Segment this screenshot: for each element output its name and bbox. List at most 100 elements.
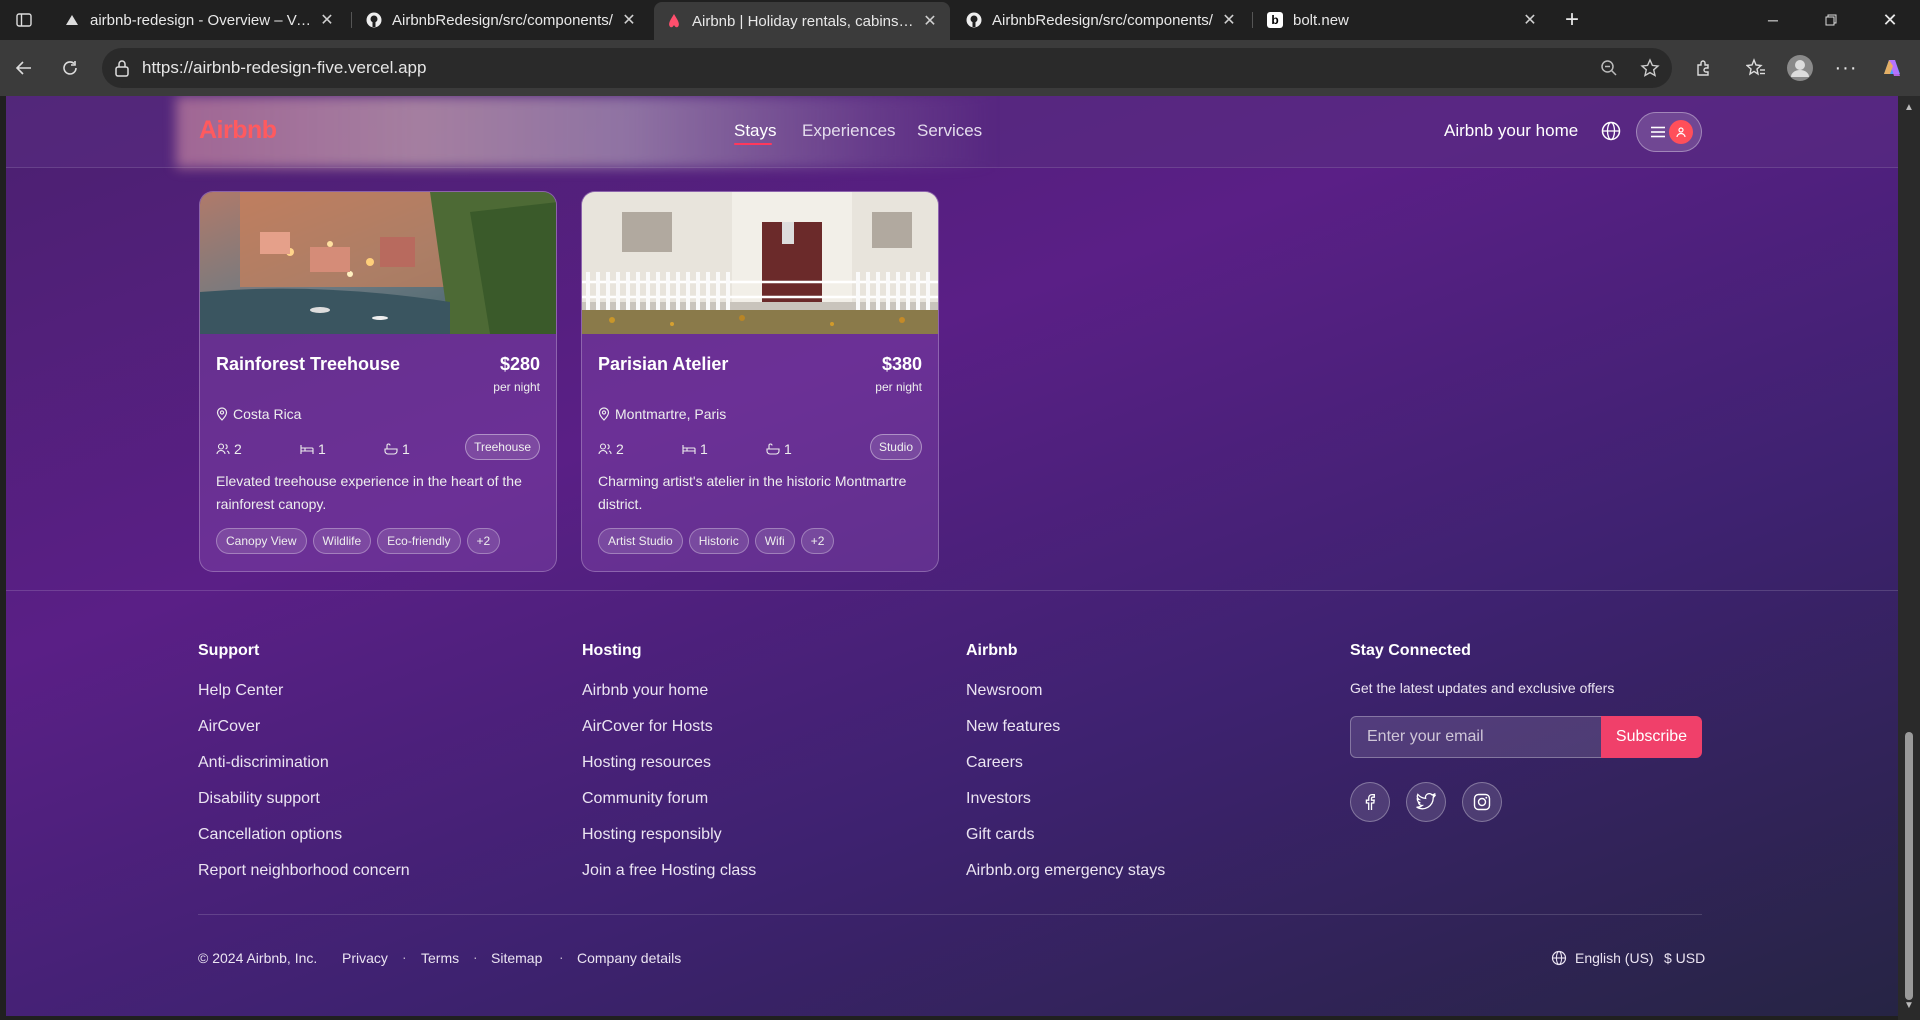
footer-link[interactable]: Newsroom	[966, 682, 1042, 700]
listing-title[interactable]: Rainforest Treehouse	[216, 354, 400, 375]
scrollbar-thumb[interactable]	[1905, 732, 1913, 1000]
footer-link[interactable]: AirCover	[198, 718, 260, 736]
company-details-link[interactable]: Company details	[577, 950, 681, 966]
favorite-star-icon[interactable]	[1640, 58, 1660, 83]
footer-link[interactable]: AirCover for Hosts	[582, 718, 713, 736]
amenity-tag: Historic	[688, 528, 749, 554]
restore-button[interactable]	[1808, 0, 1854, 40]
host-your-home-link[interactable]: Airbnb your home	[1444, 121, 1578, 141]
footer-link[interactable]: Airbnb.org emergency stays	[966, 862, 1165, 880]
tab-github-2[interactable]: AirbnbRedesign/src/components/ ✕	[954, 4, 1249, 36]
tab-airbnb[interactable]: Airbnb | Holiday rentals, cabins, beach …	[654, 2, 950, 40]
close-window-button[interactable]: ✕	[1868, 0, 1912, 40]
nav-services[interactable]: Services	[917, 121, 982, 141]
listing-photo[interactable]	[582, 192, 939, 334]
separator-dot: ·	[402, 949, 407, 965]
footer-link[interactable]: Airbnb your home	[582, 682, 708, 700]
language-selector[interactable]: English (US)	[1575, 950, 1654, 966]
extensions-icon[interactable]	[1688, 52, 1720, 84]
more-options-icon[interactable]: ···	[1830, 52, 1862, 84]
terms-link[interactable]: Terms	[421, 950, 459, 966]
tab-title: AirbnbRedesign/src/components/	[992, 11, 1213, 29]
zoom-out-icon[interactable]	[1600, 59, 1618, 82]
url-bar[interactable]: https://airbnb-redesign-five.vercel.app	[102, 48, 1672, 88]
user-menu-button[interactable]	[1636, 112, 1702, 152]
twitter-icon	[1416, 793, 1436, 810]
footer-link[interactable]: Disability support	[198, 790, 320, 808]
currency-selector[interactable]: $ USD	[1664, 950, 1705, 966]
footer-link[interactable]: Gift cards	[966, 826, 1034, 844]
close-icon[interactable]: ✕	[1221, 10, 1237, 30]
reload-icon[interactable]	[54, 52, 86, 84]
scroll-up-arrow[interactable]: ▲	[1903, 102, 1915, 114]
more-tags-badge[interactable]: +2	[466, 528, 501, 554]
tab-bolt[interactable]: b bolt.new ✕	[1255, 4, 1550, 36]
guests-icon	[216, 443, 230, 455]
baths-count: 1	[402, 441, 410, 457]
footer-link[interactable]: Hosting resources	[582, 754, 711, 772]
new-tab-button[interactable]: +	[1550, 0, 1594, 40]
scroll-down-arrow[interactable]: ▼	[1903, 1000, 1915, 1012]
newsletter-subtitle: Get the latest updates and exclusive off…	[1350, 680, 1615, 696]
active-nav-indicator	[734, 143, 772, 145]
profile-icon[interactable]	[1784, 52, 1816, 84]
back-icon[interactable]	[8, 52, 40, 84]
footer-link[interactable]: Community forum	[582, 790, 708, 808]
footer-link[interactable]: Anti-discrimination	[198, 754, 329, 772]
footer-link[interactable]: Cancellation options	[198, 826, 342, 844]
footer-link[interactable]: Join a free Hosting class	[582, 862, 756, 880]
nav-experiences[interactable]: Experiences	[802, 121, 896, 141]
twitter-button[interactable]	[1406, 782, 1446, 822]
sitemap-link[interactable]: Sitemap	[491, 950, 542, 966]
favorites-icon[interactable]	[1740, 52, 1772, 84]
bed-icon	[300, 445, 314, 454]
browser-address-bar: https://airbnb-redesign-five.vercel.app …	[0, 40, 1920, 96]
url-text[interactable]: https://airbnb-redesign-five.vercel.app	[142, 58, 426, 78]
listing-card[interactable]: Parisian Atelier $380 per night Montmart…	[581, 191, 939, 572]
footer-heading-airbnb: Airbnb	[966, 642, 1018, 659]
browser-tab-bar: airbnb-redesign - Overview – Vercel ✕ Ai…	[0, 0, 1920, 40]
footer-link[interactable]: Investors	[966, 790, 1031, 808]
listing-title[interactable]: Parisian Atelier	[598, 354, 728, 375]
facebook-icon	[1365, 793, 1375, 810]
airbnb-logo[interactable]: Airbnb	[199, 116, 277, 145]
facebook-button[interactable]	[1350, 782, 1390, 822]
site-info-icon[interactable]	[114, 59, 130, 82]
close-icon[interactable]: ✕	[922, 11, 938, 31]
tab-vercel[interactable]: airbnb-redesign - Overview – Vercel ✕	[52, 4, 347, 36]
sidebar-toggle-icon[interactable]	[16, 12, 32, 28]
subscribe-button[interactable]: Subscribe	[1601, 716, 1702, 758]
minimize-button[interactable]: ─	[1750, 0, 1796, 40]
close-icon[interactable]: ✕	[319, 10, 335, 30]
tab-title: Airbnb | Holiday rentals, cabins, beach …	[692, 12, 914, 30]
bed-icon	[682, 445, 696, 454]
instagram-icon	[1473, 793, 1491, 811]
beds-stat: 1	[300, 441, 326, 457]
globe-icon[interactable]	[1551, 950, 1567, 966]
footer-divider	[6, 590, 1898, 591]
footer-link[interactable]: New features	[966, 718, 1060, 736]
nav-stays[interactable]: Stays	[734, 121, 777, 141]
email-field[interactable]: Enter your email	[1350, 716, 1601, 758]
github-icon	[366, 12, 382, 28]
globe-icon[interactable]	[1600, 120, 1622, 142]
instagram-button[interactable]	[1462, 782, 1502, 822]
footer-link[interactable]: Careers	[966, 754, 1023, 772]
listing-card[interactable]: Rainforest Treehouse $280 per night Cost…	[199, 191, 557, 572]
close-icon[interactable]: ✕	[621, 10, 637, 30]
location-text: Costa Rica	[233, 406, 302, 422]
footer-link[interactable]: Hosting responsibly	[582, 826, 722, 844]
page-viewport: Rainforest Treehouse $280 per night Cost…	[6, 96, 1898, 1016]
baths-stat: 1	[384, 441, 410, 457]
price-unit: per night	[493, 380, 540, 394]
privacy-link[interactable]: Privacy	[342, 950, 388, 966]
listing-photo[interactable]	[200, 192, 557, 334]
footer-link[interactable]: Help Center	[198, 682, 283, 700]
footer-link[interactable]: Report neighborhood concern	[198, 862, 410, 880]
close-icon[interactable]: ✕	[1522, 10, 1538, 30]
page-scrollbar[interactable]: ▲ ▼	[1898, 96, 1920, 1020]
copilot-icon[interactable]	[1876, 52, 1908, 84]
beds-count: 1	[318, 441, 326, 457]
tab-github-1[interactable]: AirbnbRedesign/src/components/ ✕	[354, 4, 649, 36]
more-tags-badge[interactable]: +2	[800, 528, 835, 554]
